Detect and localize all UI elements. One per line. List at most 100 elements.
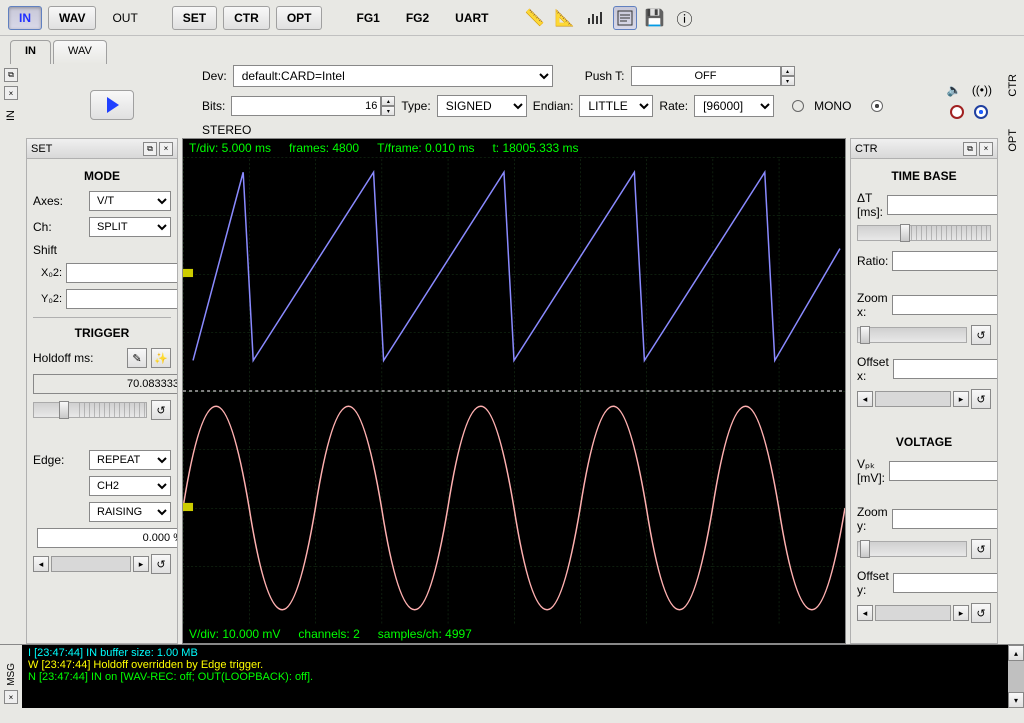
detach-icon[interactable]: ⧉ xyxy=(4,68,18,82)
signal-icon: ((•)) xyxy=(972,83,992,97)
offsety-scrollbar[interactable] xyxy=(875,605,951,621)
set-detach-icon[interactable]: ⧉ xyxy=(143,142,157,156)
offsetx-reset-icon[interactable]: ↺ xyxy=(971,389,991,409)
bits-input[interactable] xyxy=(231,96,381,116)
offsety-right[interactable]: ▸ xyxy=(953,605,969,621)
fg2-button[interactable]: FG2 xyxy=(396,6,439,30)
zoomy-label: Zoom y: xyxy=(857,505,888,533)
wav-button[interactable]: WAV xyxy=(48,6,96,30)
zoomx-reset-icon[interactable]: ↺ xyxy=(971,325,991,345)
console-scroll-down[interactable]: ▾ xyxy=(1008,692,1024,708)
msg-tab-label[interactable]: MSG xyxy=(6,663,17,686)
pencil-icon[interactable]: ✎ xyxy=(127,348,147,368)
edge-scrollbar[interactable] xyxy=(51,556,131,572)
scope-info-top: T/div: 5.000 msframes: 4800T/frame: 0.01… xyxy=(183,139,845,157)
set-button[interactable]: SET xyxy=(172,6,217,30)
ch-select[interactable]: SPLIT xyxy=(89,217,171,237)
opt-button[interactable]: OPT xyxy=(276,6,323,30)
offsety-input[interactable] xyxy=(893,573,997,593)
y02-input[interactable] xyxy=(66,289,177,309)
endian-select[interactable]: LITTLE xyxy=(579,95,653,117)
offsetx-scrollbar[interactable] xyxy=(875,391,951,407)
x02-input[interactable] xyxy=(66,263,177,283)
ruler-h-icon[interactable]: 📏 xyxy=(523,6,547,30)
out-button[interactable]: OUT xyxy=(102,6,147,30)
uart-button[interactable]: UART xyxy=(445,6,498,30)
console-line: N [23:47:44] IN on [WAV-REC: off; OUT(LO… xyxy=(28,671,1002,683)
vpk-input[interactable] xyxy=(889,461,997,481)
holdoff-reset-icon[interactable]: ↺ xyxy=(151,400,171,420)
ruler-v-icon[interactable]: 📐 xyxy=(553,6,577,30)
side-tab-in[interactable]: IN xyxy=(3,104,19,127)
offsetx-input[interactable] xyxy=(893,359,997,379)
close-icon[interactable]: × xyxy=(4,86,18,100)
stereo-radio[interactable] xyxy=(871,100,883,112)
console-icon[interactable] xyxy=(613,6,637,30)
edge-scroll-right[interactable]: ▸ xyxy=(133,556,149,572)
trigger-title: TRIGGER xyxy=(33,326,171,340)
edge-reset-icon[interactable]: ↺ xyxy=(151,554,171,574)
play-button[interactable] xyxy=(90,90,134,120)
bars-icon[interactable] xyxy=(583,6,607,30)
dev-select[interactable]: default:CARD=Intel xyxy=(233,65,553,87)
set-close-icon[interactable]: × xyxy=(159,142,173,156)
console-scrollbar[interactable]: ▴ ▾ xyxy=(1008,645,1024,708)
mode-title: MODE xyxy=(33,169,171,183)
side-tab-opt[interactable]: OPT xyxy=(1005,123,1021,158)
timebase-title: TIME BASE xyxy=(857,169,991,183)
scope-canvas[interactable] xyxy=(183,157,845,625)
zoomx-label: Zoom x: xyxy=(857,291,888,319)
wand-icon[interactable]: ✨ xyxy=(151,348,171,368)
led-ch2 xyxy=(974,105,988,119)
zoomy-reset-icon[interactable]: ↺ xyxy=(971,539,991,559)
ctr-detach-icon[interactable]: ⧉ xyxy=(963,142,977,156)
offsetx-left[interactable]: ◂ xyxy=(857,391,873,407)
vpk-label: Vₚₖ [mV]: xyxy=(857,457,885,485)
in-button[interactable]: IN xyxy=(8,6,42,30)
side-tab-ctr[interactable]: CTR xyxy=(1005,68,1021,103)
right-gutter: CTR OPT xyxy=(1002,64,1024,644)
center-column: Dev: default:CARD=Intel Push T: ▴▾ Bits:… xyxy=(22,64,1002,644)
save-icon[interactable]: 💾 xyxy=(643,6,667,30)
holdoff-slider[interactable] xyxy=(33,402,147,418)
endian-label: Endian: xyxy=(533,99,574,113)
edge-level-input[interactable] xyxy=(37,528,177,548)
tab-wav[interactable]: WAV xyxy=(53,40,107,64)
dt-slider[interactable] xyxy=(857,225,991,241)
edge-ch-select[interactable]: CH2 xyxy=(89,476,171,496)
y02-label: Y₀2: xyxy=(33,293,62,305)
axes-select[interactable]: V/T xyxy=(89,191,171,211)
push-t-down[interactable]: ▾ xyxy=(781,76,795,86)
edge-slope-select[interactable]: RAISING xyxy=(89,502,171,522)
edge-scroll-left[interactable]: ◂ xyxy=(33,556,49,572)
speaker-icon: 🔈 xyxy=(947,83,962,97)
ctr-close-icon[interactable]: × xyxy=(979,142,993,156)
rate-select[interactable]: [96000] xyxy=(694,95,774,117)
offsety-left[interactable]: ◂ xyxy=(857,605,873,621)
info-icon[interactable]: ⓘ xyxy=(673,6,697,30)
offsetx-right[interactable]: ▸ xyxy=(953,391,969,407)
type-select[interactable]: SIGNED xyxy=(437,95,527,117)
fg1-button[interactable]: FG1 xyxy=(346,6,389,30)
ctr-button[interactable]: CTR xyxy=(223,6,270,30)
console-line: I [23:47:44] IN buffer size: 1.00 MB xyxy=(28,647,1002,659)
console-scroll-up[interactable]: ▴ xyxy=(1008,645,1024,661)
console-clear-icon[interactable]: × xyxy=(4,690,18,704)
offsety-reset-icon[interactable]: ↺ xyxy=(971,603,991,623)
ratio-label: Ratio: xyxy=(857,254,888,268)
zoomx-slider[interactable] xyxy=(857,327,967,343)
holdoff-label: Holdoff ms: xyxy=(33,351,123,365)
edge-mode-select[interactable]: REPEAT xyxy=(89,450,171,470)
zoomy-input[interactable] xyxy=(892,509,997,529)
push-t-up[interactable]: ▴ xyxy=(781,66,795,76)
tab-in[interactable]: IN xyxy=(10,40,51,64)
console[interactable]: I [23:47:44] IN buffer size: 1.00 MB W [… xyxy=(22,645,1008,708)
ratio-input[interactable] xyxy=(892,251,997,271)
dt-input[interactable] xyxy=(887,195,997,215)
zoomx-input[interactable] xyxy=(892,295,997,315)
holdoff-input xyxy=(33,374,177,394)
zoomy-slider[interactable] xyxy=(857,541,967,557)
axes-label: Axes: xyxy=(33,194,85,208)
push-t-input[interactable] xyxy=(631,66,781,86)
mono-radio[interactable] xyxy=(792,100,804,112)
